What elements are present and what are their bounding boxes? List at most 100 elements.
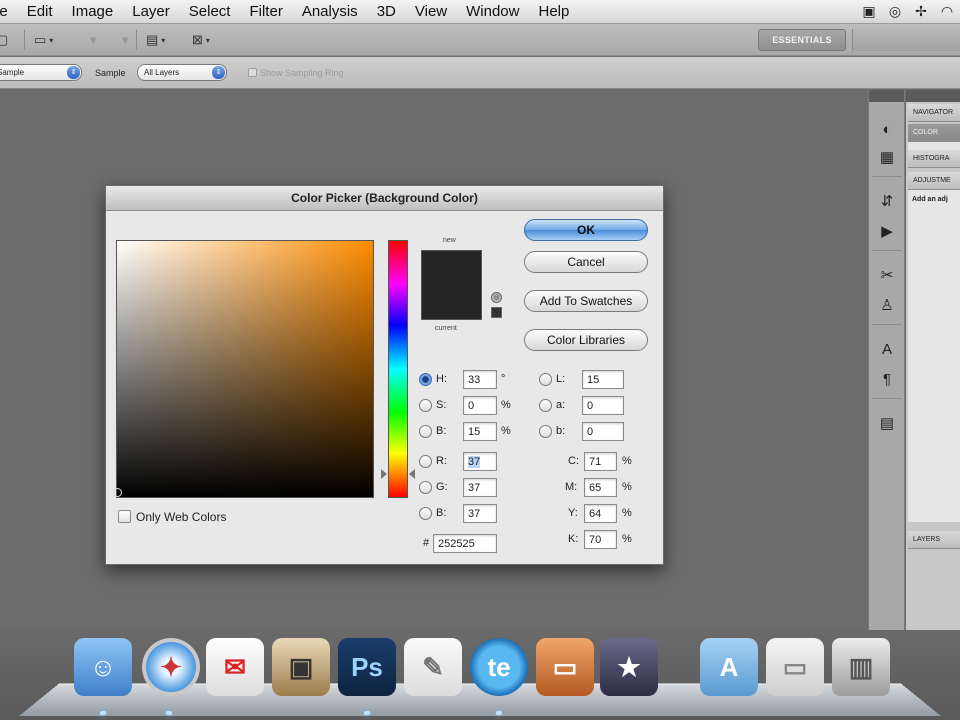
web-safe-swatch[interactable] bbox=[491, 307, 502, 318]
workspace-switcher[interactable] bbox=[852, 29, 960, 51]
menu-edit[interactable]: Edit bbox=[27, 3, 53, 20]
color-libraries-button[interactable]: Color Libraries bbox=[524, 329, 648, 351]
character-icon[interactable]: A bbox=[877, 340, 897, 360]
cancel-button[interactable]: Cancel bbox=[524, 251, 648, 273]
menu-analysis[interactable]: Analysis bbox=[302, 3, 358, 20]
finder-icon[interactable]: ☺ bbox=[74, 638, 132, 696]
a-field[interactable]: 0 bbox=[582, 396, 624, 415]
menu-image[interactable]: Image bbox=[72, 3, 114, 20]
wifi-icon[interactable]: ◠ bbox=[938, 2, 956, 20]
menu-layer[interactable]: Layer bbox=[132, 3, 170, 20]
workspace-essentials-button[interactable]: ESSENTIALS bbox=[758, 29, 846, 51]
menu-filter[interactable]: Filter bbox=[249, 3, 282, 20]
tab-adjustments[interactable]: ADJUSTME bbox=[908, 172, 960, 190]
only-web-colors-checkbox[interactable] bbox=[118, 510, 131, 523]
textedit-icon[interactable]: ✎ bbox=[404, 638, 462, 696]
sample-layers-select[interactable]: All Layers ⇕ bbox=[137, 64, 227, 81]
running-indicator bbox=[496, 711, 502, 715]
history-icon[interactable]: ⇵ bbox=[877, 192, 897, 212]
iphoto-icon[interactable]: ▣ bbox=[272, 638, 330, 696]
layer-comps-icon[interactable]: ▤ bbox=[877, 414, 897, 434]
yellow-label: Y: bbox=[568, 507, 578, 519]
sample-size-select[interactable]: Sample ⇕ bbox=[0, 64, 82, 81]
screen-record-icon[interactable]: ▣ bbox=[860, 2, 878, 20]
black-field[interactable]: 70 bbox=[584, 530, 617, 549]
green-field[interactable]: 37 bbox=[463, 478, 497, 497]
ok-button[interactable]: OK bbox=[524, 219, 648, 241]
yellow-field[interactable]: 64 bbox=[584, 504, 617, 523]
red-field[interactable]: 37 bbox=[463, 452, 497, 471]
dialog-title[interactable]: Color Picker (Background Color) bbox=[106, 186, 663, 211]
brightness-radio[interactable] bbox=[419, 425, 432, 438]
application-bar: ▢ ▭ ▾ ▾ ▾ ▤ ▾ ⊠ ▾ ESSENTIALS bbox=[0, 24, 960, 56]
actions-icon[interactable]: ▶ bbox=[877, 222, 897, 242]
histogram-icon[interactable]: ▦ bbox=[877, 148, 897, 168]
gamut-warning-icon[interactable]: ◎ bbox=[491, 292, 502, 303]
tool-presets-icon[interactable]: ✂ bbox=[877, 266, 897, 286]
tab-histogram[interactable]: HISTOGRA bbox=[908, 150, 960, 168]
hue-slider-handle-right[interactable] bbox=[409, 469, 415, 479]
mail-icon[interactable]: ✉ bbox=[206, 638, 264, 696]
tab-color[interactable]: COLOR bbox=[908, 124, 960, 142]
saturation-field[interactable]: 0 bbox=[463, 396, 497, 415]
hue-slider[interactable] bbox=[388, 240, 408, 498]
teamviewer-icon[interactable]: te bbox=[470, 638, 528, 696]
paragraph-icon[interactable]: ¶ bbox=[877, 370, 897, 390]
hue-radio[interactable] bbox=[419, 373, 432, 386]
blue-field[interactable]: 37 bbox=[463, 504, 497, 523]
magenta-field[interactable]: 65 bbox=[584, 478, 617, 497]
green-row: G: 37 bbox=[419, 478, 519, 498]
cyan-field[interactable]: 71 bbox=[584, 452, 617, 471]
black-label: K: bbox=[568, 533, 579, 545]
document-stack-icon[interactable]: ▭ bbox=[766, 638, 824, 696]
tab-layers[interactable]: LAYERS bbox=[908, 531, 960, 549]
color-field[interactable] bbox=[116, 240, 374, 498]
b-lab-radio[interactable] bbox=[539, 425, 552, 438]
zoom-level-icon[interactable]: ▾ bbox=[90, 31, 97, 49]
green-radio[interactable] bbox=[419, 481, 432, 494]
arrange-documents-icon[interactable]: ▤ ▾ bbox=[146, 31, 165, 49]
hex-field[interactable]: 252525 bbox=[433, 534, 497, 553]
menu-window[interactable]: Window bbox=[466, 3, 519, 20]
b-lab-label: b: bbox=[556, 425, 566, 437]
menu-status-area: ▣ ◎ ✢ ◠ bbox=[860, 2, 956, 20]
menu-select[interactable]: Select bbox=[189, 3, 231, 20]
imovie-icon[interactable]: ★ bbox=[600, 638, 658, 696]
running-indicator bbox=[166, 711, 172, 715]
saturation-label: S: bbox=[436, 399, 447, 411]
divider bbox=[136, 30, 137, 50]
keynote-icon[interactable]: ▭ bbox=[536, 638, 594, 696]
color-field-marker[interactable] bbox=[113, 488, 122, 497]
lightness-radio[interactable] bbox=[539, 373, 552, 386]
lightness-field[interactable]: 15 bbox=[582, 370, 624, 389]
clone-source-icon[interactable]: ♙ bbox=[877, 296, 897, 316]
menu-file[interactable]: le bbox=[0, 3, 8, 20]
show-sampling-ring-checkbox[interactable] bbox=[248, 68, 257, 77]
view-extras-icon[interactable]: ▭ ▾ bbox=[34, 31, 53, 49]
photoshop-icon[interactable]: Ps bbox=[338, 638, 396, 696]
hue-slider-handle-left[interactable] bbox=[381, 469, 387, 479]
b-lab-field[interactable]: 0 bbox=[582, 422, 624, 441]
tab-navigator[interactable]: NAVIGATOR bbox=[908, 104, 960, 122]
menu-view[interactable]: View bbox=[415, 3, 447, 20]
panel-dock-header[interactable] bbox=[869, 90, 904, 102]
screen-mode-icon[interactable]: ⊠ ▾ bbox=[192, 31, 210, 49]
trash-icon[interactable]: ▥ bbox=[832, 638, 890, 696]
saturation-radio[interactable] bbox=[419, 399, 432, 412]
a-radio[interactable] bbox=[539, 399, 552, 412]
bluetooth-icon[interactable]: ✢ bbox=[912, 2, 930, 20]
navigator-icon[interactable]: ◐ bbox=[877, 120, 897, 140]
menu-help[interactable]: Help bbox=[538, 3, 569, 20]
menu-3d[interactable]: 3D bbox=[377, 3, 396, 20]
applications-folder-icon[interactable]: A bbox=[700, 638, 758, 696]
rotate-view-icon[interactable]: ▾ bbox=[122, 31, 129, 49]
hue-field[interactable]: 33 bbox=[463, 370, 497, 389]
panel-group-header[interactable] bbox=[906, 90, 960, 102]
sync-icon[interactable]: ◎ bbox=[886, 2, 904, 20]
zoom-icon[interactable]: ▢ bbox=[0, 31, 8, 49]
brightness-field[interactable]: 15 bbox=[463, 422, 497, 441]
red-radio[interactable] bbox=[419, 455, 432, 468]
add-to-swatches-button[interactable]: Add To Swatches bbox=[524, 290, 648, 312]
safari-icon[interactable]: ✦ bbox=[142, 638, 200, 696]
blue-radio[interactable] bbox=[419, 507, 432, 520]
